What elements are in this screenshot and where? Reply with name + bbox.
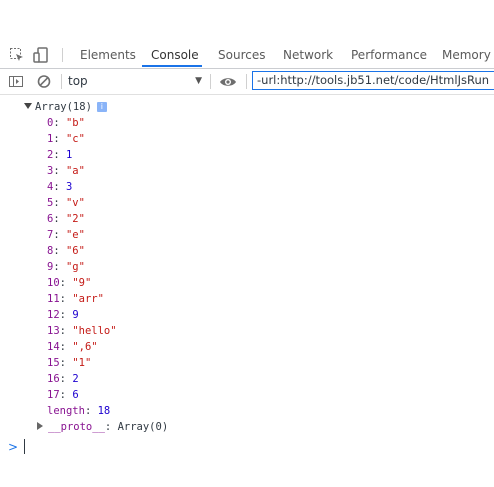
- console-output: Array(18) i 0: "b" 1: "c" 2: 1 3: "a" 4: 3 5: …: [0, 95, 494, 487]
- array-item-value: "g": [65, 261, 85, 273]
- proto-row[interactable]: __proto__: Array(0): [37, 420, 168, 434]
- active-tab-indicator: [142, 65, 202, 67]
- array-item-key: 13: [47, 325, 60, 337]
- device-toolbar-icon[interactable]: [33, 47, 49, 63]
- array-item-row: 10: "9": [47, 277, 92, 289]
- array-item-row: 1: "c": [47, 133, 85, 145]
- array-item-key: 3: [47, 165, 54, 177]
- array-item-key: 6: [47, 213, 54, 225]
- array-item-key: 10: [47, 277, 60, 289]
- toolbar-divider: [210, 74, 211, 89]
- array-item-key: 5: [47, 197, 54, 209]
- array-item-key: 17: [47, 389, 60, 401]
- tab-sources[interactable]: Sources: [218, 43, 265, 67]
- prompt-chevron-icon: >: [8, 440, 19, 454]
- toolbar-divider: [246, 74, 247, 89]
- array-item-key: 1: [47, 133, 54, 145]
- context-selector[interactable]: top ▼: [68, 72, 204, 90]
- array-item-value: 3: [65, 181, 73, 193]
- array-item-value: "e": [65, 229, 85, 241]
- info-icon[interactable]: i: [96, 102, 107, 112]
- inspect-element-icon[interactable]: [9, 47, 25, 63]
- array-item-key: 7: [47, 229, 54, 241]
- tab-elements[interactable]: Elements: [80, 43, 136, 67]
- array-item-row: 3: "a": [47, 165, 85, 177]
- toolbar-divider: [62, 48, 63, 62]
- array-item-value: "c": [65, 133, 85, 145]
- array-item-value: 2: [72, 373, 79, 385]
- array-item-key: 15: [47, 357, 60, 369]
- expand-triangle-icon[interactable]: [24, 103, 32, 109]
- array-item-value: "arr": [72, 293, 104, 305]
- clear-console-icon[interactable]: [37, 74, 53, 90]
- array-item-row: 12: 9: [47, 309, 79, 321]
- array-length-row: length: 18: [47, 405, 111, 417]
- array-item-value: "hello": [72, 325, 117, 337]
- array-item-row: 6: "2": [47, 213, 85, 225]
- dropdown-arrow-icon: ▼: [195, 76, 202, 86]
- array-item-key: 12: [47, 309, 60, 321]
- array-item-key: 9: [47, 261, 54, 273]
- array-item-value: 1: [65, 149, 73, 161]
- array-item-value: "2": [65, 213, 85, 225]
- array-item-key: 14: [47, 341, 60, 353]
- toolbar-divider: [61, 74, 62, 89]
- sidebar-toggle-icon[interactable]: [8, 74, 24, 90]
- array-item-row: 17: 6: [47, 389, 79, 401]
- length-key: length: [47, 405, 85, 417]
- devtools-tab-bar: Elements Console Sources Network Perform…: [0, 43, 494, 69]
- array-item-value: "b": [65, 117, 85, 129]
- array-item-row: 13: "hello": [47, 325, 117, 337]
- array-item-row: 5: "v": [47, 197, 85, 209]
- array-object-header[interactable]: Array(18) i: [24, 100, 107, 114]
- array-item-row: 2: 1: [47, 149, 73, 161]
- length-value: 18: [97, 405, 111, 417]
- array-summary: Array(18): [35, 101, 92, 113]
- array-item-key: 0: [47, 117, 54, 129]
- tab-console[interactable]: Console: [151, 43, 199, 67]
- tab-memory[interactable]: Memory: [442, 43, 491, 67]
- array-item-value: "6": [65, 245, 85, 257]
- console-toolbar: top ▼ -url:http://tools.jb51.net/code/Ht…: [0, 69, 494, 95]
- array-item-value: "a": [65, 165, 85, 177]
- array-item-key: 16: [47, 373, 60, 385]
- tab-network[interactable]: Network: [283, 43, 333, 67]
- array-item-row: 7: "e": [47, 229, 85, 241]
- array-item-key: 8: [47, 245, 54, 257]
- array-item-value: ",6": [72, 341, 98, 353]
- console-filter-input[interactable]: -url:http://tools.jb51.net/code/HtmlJsRu…: [252, 71, 494, 90]
- console-input-caret[interactable]: [24, 439, 25, 454]
- expand-triangle-icon[interactable]: [37, 422, 43, 430]
- proto-value: Array(0): [117, 421, 169, 433]
- array-item-row: 0: "b": [47, 117, 85, 129]
- array-item-row: 9: "g": [47, 261, 85, 273]
- array-item-value: "9": [72, 277, 92, 289]
- array-item-row: 15: "1": [47, 357, 92, 369]
- array-item-value: 9: [72, 309, 79, 321]
- array-item-row: 11: "arr": [47, 293, 104, 305]
- array-item-value: "1": [72, 357, 92, 369]
- array-item-row: 8: "6": [47, 245, 85, 257]
- tab-performance[interactable]: Performance: [351, 43, 427, 67]
- context-value: top: [68, 74, 88, 88]
- array-item-row: 4: 3: [47, 181, 73, 193]
- array-item-key: 11: [47, 293, 60, 305]
- array-item-row: 16: 2: [47, 373, 79, 385]
- array-item-row: 14: ",6": [47, 341, 98, 353]
- array-item-value: 6: [72, 389, 79, 401]
- array-item-key: 4: [47, 181, 54, 193]
- array-item-value: "v": [65, 197, 85, 209]
- array-item-key: 2: [47, 149, 54, 161]
- proto-key: __proto__: [48, 421, 105, 433]
- eye-icon[interactable]: [219, 74, 236, 90]
